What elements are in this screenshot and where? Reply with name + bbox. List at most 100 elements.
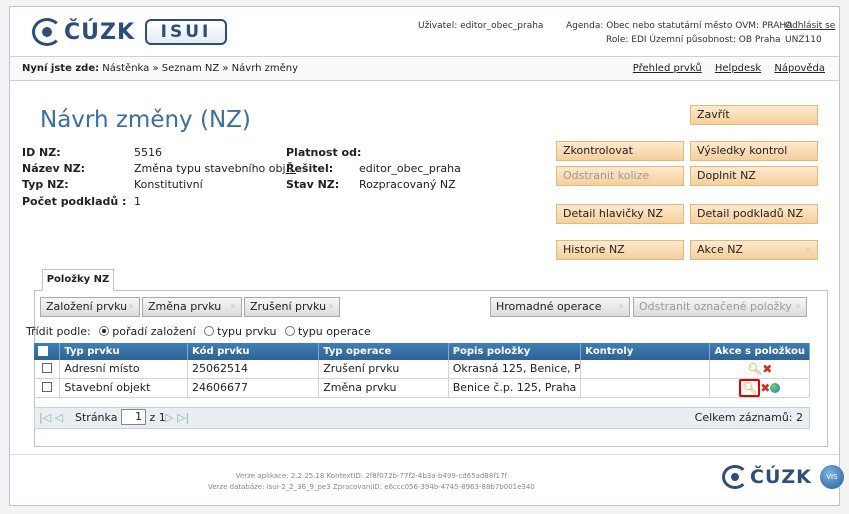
cell-code: 24606677: [187, 378, 320, 398]
highlight-box: 🔍︎: [739, 378, 761, 396]
actions-nz-button[interactable]: Akce NZ »: [690, 240, 818, 260]
type-label: Typ NZ:: [22, 178, 69, 191]
role-info: Role: EDI Územní působnost: OB Praha: [606, 35, 781, 45]
cuzk-logo-text: ČÚZK: [64, 19, 136, 45]
check-results-label: Výsledky kontrol: [697, 144, 788, 157]
row-checkbox[interactable]: [41, 363, 52, 374]
bulk-operations-button[interactable]: Hromadné operace »: [490, 297, 630, 317]
magnifier-icon[interactable]: 🔍︎: [747, 362, 762, 376]
history-button[interactable]: Historie NZ: [556, 240, 684, 260]
column-header[interactable]: Kód prvku: [187, 343, 320, 360]
row-select-cell: [34, 360, 61, 379]
count-value: 1: [134, 195, 141, 208]
footer-logo-text: ČÚZK: [750, 466, 812, 488]
vis-badge-icon: VIS: [819, 465, 844, 489]
cell-description: Okrasná 125, Benice, Praha: [448, 360, 582, 379]
close-button[interactable]: Zavřít: [690, 105, 818, 125]
sort-radio-type[interactable]: [204, 326, 215, 336]
app-version: Verze aplikace: 2.2.25.18 KontextID: 2f8…: [235, 472, 508, 480]
validity-label: Platnost od:: [286, 146, 362, 159]
header: ČÚZK ISUI Uživatel: editor_obec_praha Ag…: [10, 7, 839, 57]
sort-radio-operation[interactable]: [284, 326, 295, 336]
pager-page-label: Stránka: [75, 411, 118, 424]
isui-logo[interactable]: ISUI: [145, 19, 227, 45]
row-checkbox[interactable]: [41, 382, 52, 392]
breadcrumb: Nyní jste zde: Nástěnka » Seznam NZ » Ná…: [22, 63, 298, 74]
page-number-input[interactable]: 1: [120, 409, 146, 425]
change-element-button[interactable]: Změna prvku »: [142, 297, 242, 317]
pager-total: Celkem záznamů: 2: [694, 411, 803, 424]
id-value: 5516: [134, 146, 162, 159]
magnifier-icon[interactable]: 🔍︎: [742, 381, 757, 395]
chevron-right-icon: »: [127, 301, 134, 312]
column-header[interactable]: Popis položky: [448, 343, 582, 360]
globe-icon[interactable]: [770, 382, 781, 393]
page-title: Návrh změny (NZ): [40, 107, 251, 133]
select-all-checkbox[interactable]: [38, 345, 48, 356]
help-link[interactable]: Nápověda: [774, 63, 825, 74]
delete-icon[interactable]: ✖: [762, 362, 772, 376]
check-results-button[interactable]: Výsledky kontrol: [690, 141, 818, 161]
cuzk-logo[interactable]: ČÚZK: [32, 17, 135, 47]
docs-detail-button[interactable]: Detail podkladů NZ: [690, 204, 818, 224]
delete-icon[interactable]: ✖: [760, 381, 770, 395]
table-row[interactable]: Adresní místo 25062514 Zrušení prvku Okr…: [34, 360, 810, 379]
sort-label: Třídit podle:: [26, 325, 91, 338]
check-button-label: Zkontrolovat: [563, 144, 633, 157]
chevron-right-icon: »: [804, 244, 811, 255]
pager-of-text: z 1: [149, 411, 166, 424]
helpdesk-link[interactable]: Helpdesk: [715, 63, 761, 74]
solver-label: Řešitel:: [286, 162, 334, 175]
header-detail-button[interactable]: Detail hlavičky NZ: [556, 204, 684, 224]
logout-link[interactable]: Odhlásit se: [785, 19, 835, 33]
breadcrumb-prefix: Nyní jste zde:: [22, 63, 100, 74]
column-header[interactable]: Typ prvku: [59, 343, 189, 360]
column-header[interactable]: Typ operace: [318, 343, 449, 360]
cancel-element-label: Zrušení prvku: [250, 300, 327, 313]
chevron-right-icon: »: [617, 301, 624, 312]
pager: |◁ ◁ Stránka 1 z 1 ▷ ▷| Celkem záznamů: …: [34, 407, 810, 429]
cell-checks: [580, 378, 711, 398]
agenda-info: Agenda: Obec nebo statutární město OVM: …: [566, 21, 793, 31]
sort-option-order[interactable]: pořadí založení: [112, 325, 195, 338]
solver-value: editor_obec_praha: [359, 162, 461, 175]
column-header[interactable]: Kontroly: [580, 343, 711, 360]
column-header[interactable]: Akce s položkou: [709, 343, 810, 360]
chevron-right-icon: »: [229, 301, 236, 312]
app-frame: ČÚZK ISUI Uživatel: editor_obec_praha Ag…: [9, 6, 844, 506]
check-button[interactable]: Zkontrolovat: [556, 141, 684, 161]
state-value: Rozpracovaný NZ: [359, 178, 456, 191]
tab-items[interactable]: Položky NZ: [42, 269, 114, 291]
actions-nz-label: Akce NZ: [697, 243, 743, 256]
state-label: Stav NZ:: [286, 178, 340, 191]
cell-operation: Změna prvku: [318, 378, 449, 398]
cell-actions: 🔍︎✖: [709, 378, 810, 398]
breadcrumb-path[interactable]: Nástěnka » Seznam NZ » Návrh změny: [102, 63, 298, 74]
sort-option-operation[interactable]: typu operace: [298, 325, 371, 338]
sort-option-type[interactable]: typu prvku: [217, 325, 276, 338]
breadcrumb-bar: Nyní jste zde: Nástěnka » Seznam NZ » Ná…: [10, 57, 839, 81]
close-button-label: Zavřít: [697, 108, 730, 121]
cell-code: 25062514: [187, 360, 320, 379]
remove-marked-button[interactable]: Odstranit označené položky»: [633, 297, 807, 317]
change-element-label: Změna prvku: [148, 300, 222, 313]
remove-collisions-button[interactable]: Odstranit kolize: [556, 166, 684, 186]
cell-actions: 🔍︎✖: [709, 360, 810, 379]
chevron-right-icon: »: [794, 301, 801, 312]
complete-nz-button[interactable]: Doplnit NZ: [690, 166, 818, 186]
table-row[interactable]: Stavební objekt 24606677 Změna prvku Ben…: [34, 378, 810, 398]
items-table: Typ prvku Kód prvku Typ operace Popis po…: [34, 343, 810, 398]
id-label: ID NZ:: [22, 146, 61, 159]
header-detail-label: Detail hlavičky NZ: [563, 207, 664, 220]
remove-collisions-label: Odstranit kolize: [563, 169, 650, 182]
sort-radio-order[interactable]: [99, 326, 110, 336]
create-element-label: Založení prvku: [46, 300, 128, 313]
row-select-cell: [34, 378, 61, 398]
pager-page: Stránka 1 z 1: [75, 408, 166, 428]
cancel-element-button[interactable]: Zrušení prvku»: [244, 297, 340, 317]
cuzk-swirl-icon: [722, 465, 748, 489]
pager-first-prev-icons[interactable]: |◁ ◁: [39, 408, 63, 428]
overview-link[interactable]: Přehled prvků: [633, 63, 702, 74]
create-element-button[interactable]: Založení prvku»: [40, 297, 140, 317]
pager-next-last-icons[interactable]: ▷ ▷|: [165, 408, 189, 428]
